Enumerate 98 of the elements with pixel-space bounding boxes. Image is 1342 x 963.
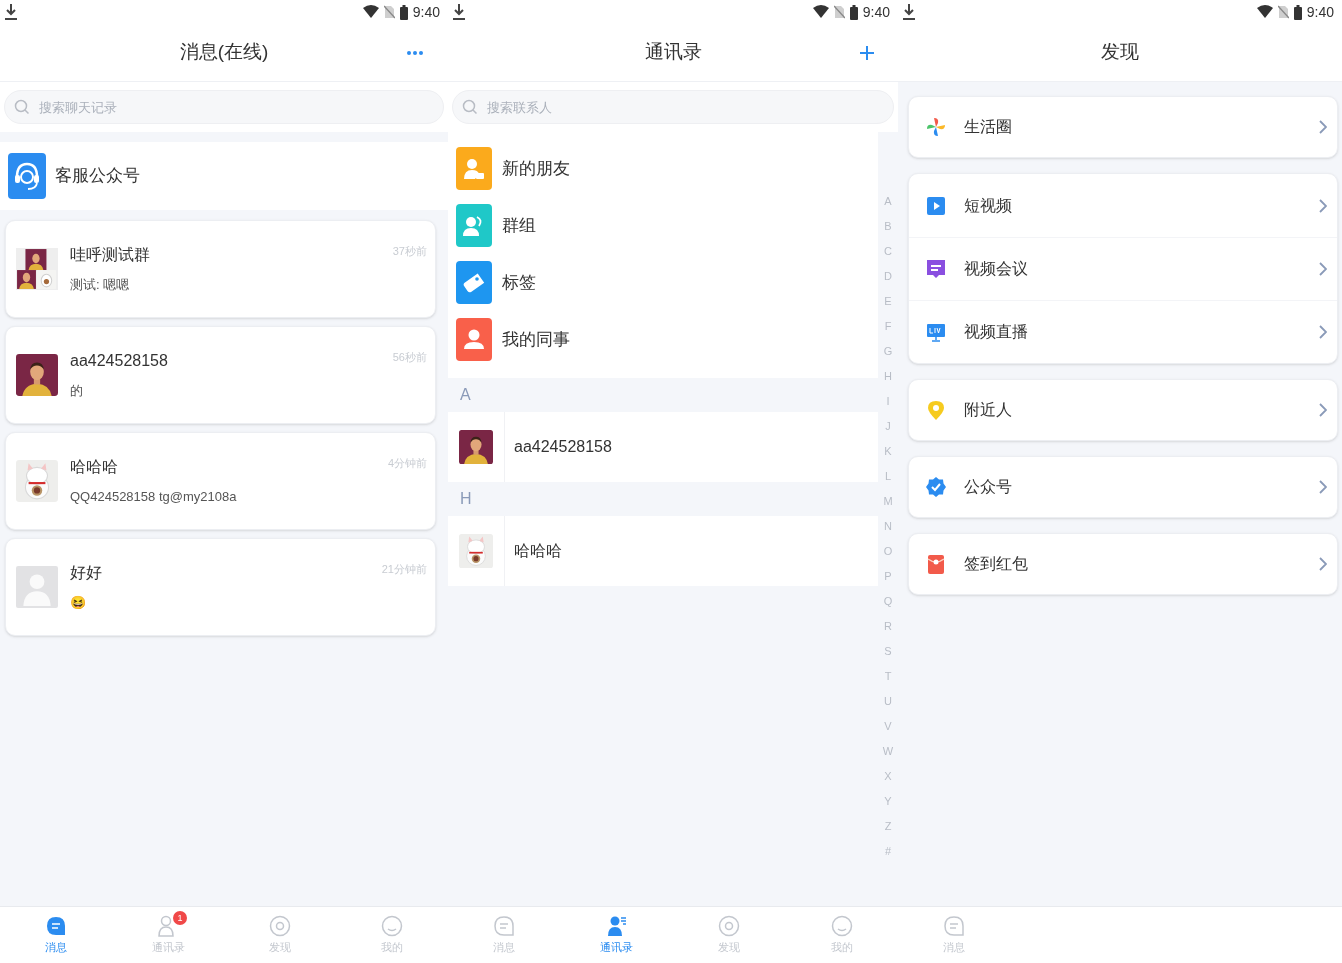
contacts-icon [605, 914, 628, 937]
status-time: 9:40 [862, 2, 890, 22]
tab[interactable]: 我的 [785, 907, 898, 963]
chat-bubble-icon [45, 914, 67, 937]
index-letter[interactable]: B [884, 214, 892, 239]
target-icon [269, 914, 291, 937]
menu-row[interactable]: 生活圈 [909, 97, 1337, 157]
section-letter: A [460, 385, 471, 405]
pinned-chat-row[interactable]: 客服公众号 [0, 142, 448, 210]
index-letter[interactable]: K [884, 439, 892, 464]
contact-function-row[interactable]: 新的朋友 [448, 140, 878, 197]
chevron-right-icon [1319, 557, 1327, 571]
wifi-icon [1256, 5, 1273, 19]
wifi-icon [362, 5, 379, 19]
index-letter[interactable]: T [884, 664, 892, 689]
chevron-right-icon [1319, 480, 1327, 494]
headset-icon [8, 153, 46, 199]
wifi-icon [812, 5, 829, 19]
chevron-right-icon [1319, 325, 1327, 339]
index-letter[interactable]: V [884, 714, 892, 739]
message-preview: 的 [70, 382, 84, 401]
menu-row[interactable]: 短视频 [909, 174, 1337, 237]
message-preview: 😆 [70, 594, 87, 613]
menu-row[interactable]: 公众号 [909, 457, 1337, 517]
message-preview: 测试: 嗯嗯 [70, 276, 131, 295]
smile-circle-icon [381, 914, 403, 937]
tab[interactable]: 消息 [0, 907, 112, 963]
download-icon [902, 3, 916, 21]
index-letter[interactable]: R [884, 614, 892, 639]
contact-row[interactable]: 哈哈哈 [448, 516, 878, 586]
presentation-icon [925, 258, 947, 280]
chevron-right-icon [1319, 120, 1327, 134]
download-icon [452, 3, 466, 21]
chevron-right-icon [1319, 262, 1327, 276]
tab[interactable]: 我的 [336, 907, 448, 963]
plus-icon [859, 45, 875, 61]
contact-function-row[interactable]: 我的同事 [448, 311, 878, 368]
index-letter[interactable]: F [884, 314, 892, 339]
index-letter[interactable]: W [882, 739, 894, 764]
menu-row[interactable]: 附近人 [909, 380, 1337, 440]
screen-title: 发现 [1101, 40, 1139, 65]
screen-title: 通讯录 [644, 40, 702, 65]
download-icon [4, 3, 18, 21]
verified-badge-icon [925, 476, 947, 498]
chat-name: aa424528158 [70, 351, 169, 372]
chat-name: 哈哈哈 [70, 457, 119, 478]
search-field[interactable]: 搜索聊天记录 [4, 90, 444, 124]
chat-name: 哇呼测试群 [70, 245, 151, 266]
index-letter[interactable]: U [884, 689, 892, 714]
search-field[interactable]: 搜索联系人 [452, 90, 894, 124]
status-time: 9:40 [412, 2, 440, 22]
no-sim-icon [383, 5, 395, 19]
battery-icon [399, 4, 408, 20]
more-icon [406, 50, 424, 56]
chevron-right-icon [1319, 403, 1327, 417]
pinwheel-icon [925, 116, 947, 138]
no-sim-icon [1277, 5, 1289, 19]
index-letter[interactable]: O [883, 539, 893, 564]
monitor-icon [925, 321, 947, 343]
index-letter[interactable]: D [884, 264, 892, 289]
index-letter[interactable]: Q [883, 589, 893, 614]
menu-row[interactable]: 视频会议 [909, 237, 1337, 300]
index-letter[interactable]: Y [884, 789, 892, 814]
index-letter[interactable]: # [884, 839, 892, 864]
index-letter[interactable]: L [884, 464, 892, 489]
index-letter[interactable]: H [884, 364, 892, 389]
screen-title: 消息(在线) [179, 40, 269, 65]
location-pin-icon [925, 399, 947, 421]
menu-row[interactable]: 签到红包 [909, 534, 1337, 594]
notification-badge: 1 [173, 911, 187, 925]
index-letter[interactable]: P [884, 564, 892, 589]
index-letter[interactable]: J [885, 414, 891, 439]
person-silhouette-icon [16, 566, 58, 608]
battery-icon [849, 4, 858, 20]
index-letter[interactable]: E [884, 289, 892, 314]
contact-function-row[interactable]: 群组 [448, 197, 878, 254]
play-icon [925, 194, 947, 217]
envelope-icon [925, 553, 947, 575]
no-sim-icon [833, 5, 845, 19]
index-letter[interactable]: S [884, 639, 892, 664]
target-icon [718, 914, 741, 937]
chat-bubble-icon [493, 914, 516, 937]
index-letter[interactable]: N [884, 514, 892, 539]
chat-name: 好好 [70, 563, 103, 584]
section-letter: H [460, 489, 472, 509]
status-time: 9:40 [1306, 2, 1334, 22]
battery-icon [1293, 4, 1302, 20]
menu-row[interactable]: 视频直播 [909, 300, 1337, 363]
smile-circle-icon [830, 914, 853, 937]
index-letter[interactable]: G [883, 339, 893, 364]
index-letter[interactable]: A [884, 189, 892, 214]
contact-function-row[interactable]: 标签 [448, 254, 878, 311]
message-preview: QQ424528158 tg@my2108a [70, 488, 238, 507]
chat-bubble-icon [942, 914, 965, 937]
tab[interactable]: 通讯录 [560, 907, 673, 963]
index-letter[interactable]: C [884, 239, 892, 264]
contact-row[interactable]: aa424528158 [448, 412, 878, 482]
chevron-right-icon [1319, 198, 1327, 213]
